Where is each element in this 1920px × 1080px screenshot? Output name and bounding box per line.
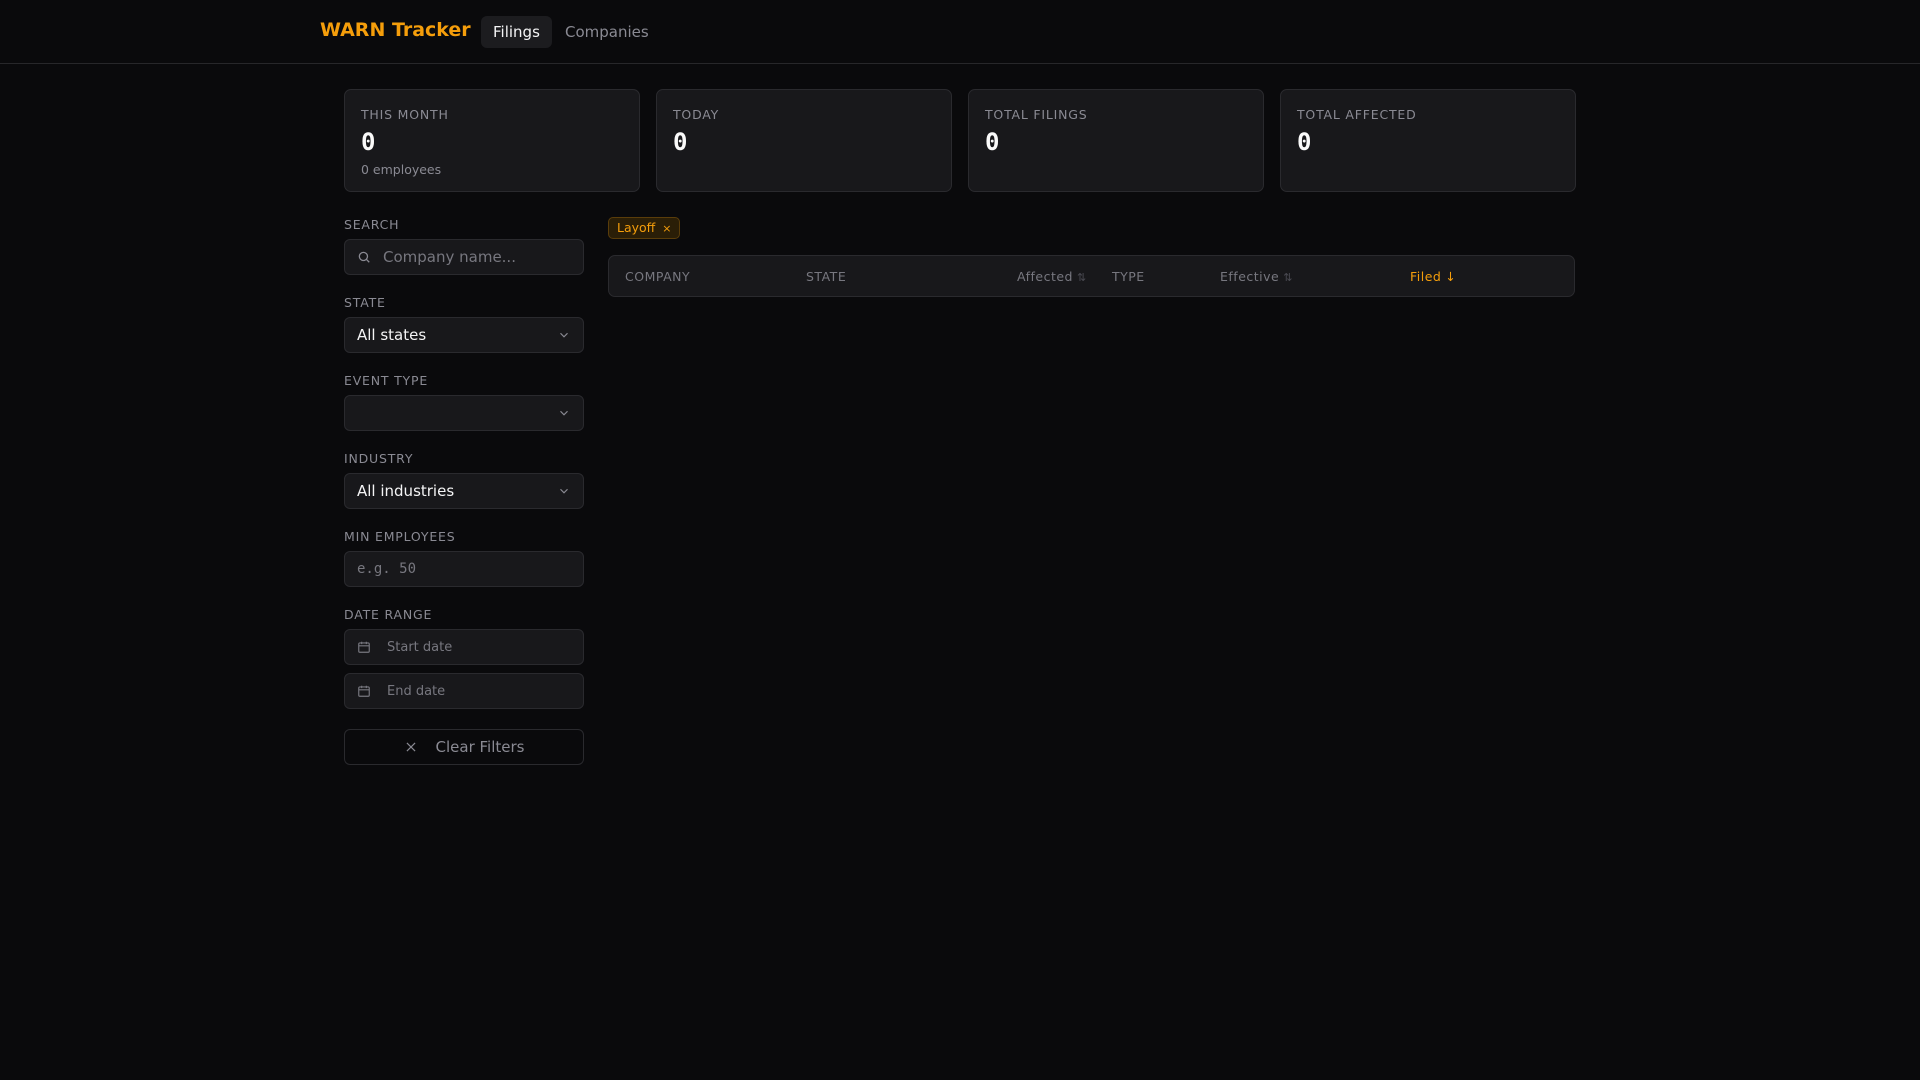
tab-companies[interactable]: Companies	[553, 16, 661, 48]
state-label: STATE	[344, 295, 386, 310]
stat-card-today: TODAY 0	[656, 89, 952, 192]
chip-label: Layoff	[617, 220, 656, 235]
state-select[interactable]: All states	[344, 317, 584, 353]
column-affected-label: Affected	[1017, 269, 1073, 284]
end-date-placeholder: End date	[387, 683, 446, 699]
min-employees-label: MIN EMPLOYEES	[344, 529, 456, 544]
column-state: STATE	[806, 269, 847, 284]
sort-icon: ⇅	[1077, 271, 1087, 284]
calendar-icon	[358, 641, 370, 653]
column-filed[interactable]: Filed ↓	[1410, 269, 1456, 284]
search-placeholder: Company name...	[383, 248, 516, 266]
search-label: SEARCH	[344, 217, 400, 232]
stat-value: 0	[1297, 128, 1312, 156]
column-effective[interactable]: Effective ⇅	[1220, 269, 1293, 284]
column-affected[interactable]: Affected ⇅	[1017, 269, 1087, 284]
event-type-label: EVENT TYPE	[344, 373, 429, 388]
stat-value: 0	[985, 128, 1000, 156]
start-date-placeholder: Start date	[387, 639, 453, 655]
stat-label: THIS MONTH	[361, 107, 449, 122]
stat-card-this-month: THIS MONTH 0 0 employees	[344, 89, 640, 192]
clear-filters-button[interactable]: Clear Filters	[344, 729, 584, 765]
date-range-label: DATE RANGE	[344, 607, 433, 622]
chevron-down-icon	[560, 332, 568, 338]
industry-label: INDUSTRY	[344, 451, 414, 466]
min-employees-placeholder: e.g. 50	[357, 561, 417, 577]
clear-filters-label: Clear Filters	[435, 738, 525, 756]
stat-label: TOTAL FILINGS	[985, 107, 1088, 122]
event-type-select[interactable]	[344, 395, 584, 431]
close-icon	[406, 742, 416, 752]
sort-icon: ⇅	[1283, 271, 1293, 284]
state-value: All states	[357, 326, 427, 344]
industry-value: All industries	[357, 482, 455, 500]
sort-desc-icon: ↓	[1445, 269, 1457, 284]
column-filed-label: Filed	[1410, 269, 1442, 284]
chevron-down-icon	[560, 488, 568, 494]
calendar-icon	[358, 685, 370, 697]
end-date-input[interactable]: End date	[344, 673, 584, 709]
table-header: COMPANY STATE Affected ⇅ TYPE Effective ⇅ …	[608, 255, 1575, 297]
stat-value: 0	[673, 128, 688, 156]
stat-sub: 0 employees	[361, 162, 442, 177]
column-company: COMPANY	[625, 269, 691, 284]
stat-card-total-affected: TOTAL AFFECTED 0	[1280, 89, 1576, 192]
search-input[interactable]: Company name...	[344, 239, 584, 275]
stat-label: TODAY	[673, 107, 720, 122]
start-date-input[interactable]: Start date	[344, 629, 584, 665]
filter-chip-layoff[interactable]: Layoff ×	[608, 217, 681, 239]
column-type: TYPE	[1112, 269, 1145, 284]
stat-label: TOTAL AFFECTED	[1297, 107, 1417, 122]
min-employees-input[interactable]: e.g. 50	[344, 551, 584, 587]
column-effective-label: Effective	[1220, 269, 1280, 284]
stat-card-total-filings: TOTAL FILINGS 0	[968, 89, 1264, 192]
app-logo[interactable]: WARN Tracker	[320, 19, 471, 41]
search-icon	[358, 251, 370, 263]
chevron-down-icon	[560, 410, 568, 416]
industry-select[interactable]: All industries	[344, 473, 584, 509]
tab-filings[interactable]: Filings	[481, 16, 552, 48]
top-nav	[0, 0, 1920, 64]
chip-remove-icon[interactable]: ×	[662, 222, 671, 235]
stat-value: 0	[361, 128, 376, 156]
